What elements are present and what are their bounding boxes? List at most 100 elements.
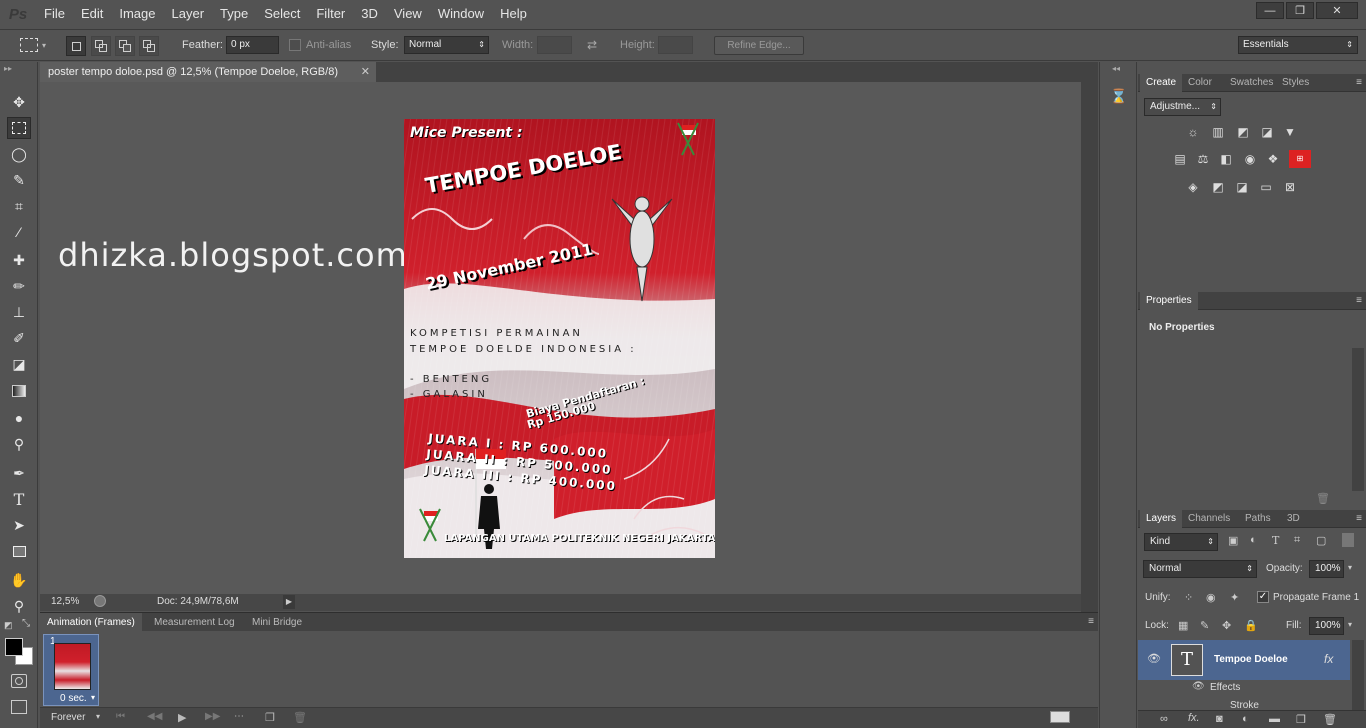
channel-mixer-icon[interactable]: ❖ <box>1265 152 1281 166</box>
filter-smart-object-icon[interactable]: ▢ <box>1316 534 1326 547</box>
panel-menu-icon[interactable]: ≡ <box>1088 616 1094 627</box>
filter-adjustment-icon[interactable]: ◐ <box>1250 534 1257 546</box>
tab-layers[interactable]: Layers <box>1140 510 1183 528</box>
path-selection-tool-icon[interactable]: ➤ <box>7 514 31 536</box>
new-adjustment-layer-icon[interactable]: ◐ <box>1242 713 1249 725</box>
pen-tool-icon[interactable]: ✒ <box>7 462 31 484</box>
menu-view[interactable]: View <box>386 0 430 28</box>
rectangle-shape-tool-icon[interactable] <box>7 540 31 562</box>
eyedropper-tool-icon[interactable]: ⁄ <box>7 221 31 243</box>
filter-type-icon[interactable]: T <box>1272 534 1279 547</box>
fill-input[interactable]: 100% <box>1309 617 1344 635</box>
marquee-tool-preset-icon[interactable] <box>20 38 38 52</box>
properties-scrollbar[interactable] <box>1352 348 1364 491</box>
crop-tool-icon[interactable]: ⌗ <box>7 195 31 217</box>
quick-selection-tool-icon[interactable]: ✎ <box>7 169 31 191</box>
tab-paths[interactable]: Paths <box>1239 510 1277 528</box>
first-frame-icon[interactable]: ⏮ <box>116 711 125 722</box>
loop-select[interactable]: Forever <box>51 712 85 723</box>
next-frame-icon[interactable]: ▶▶ <box>205 711 220 722</box>
document-tab[interactable]: poster tempo doloe.psd @ 12,5% (Tempoe D… <box>40 62 376 82</box>
eraser-tool-icon[interactable]: ◪ <box>7 353 31 375</box>
tab-animation-frames[interactable]: Animation (Frames) <box>40 613 142 632</box>
history-panel-icon[interactable]: ⌛ <box>1110 88 1128 106</box>
swap-arrows-icon[interactable]: ⇄ <box>587 38 597 52</box>
hand-tool-icon[interactable]: ✋ <box>7 569 31 591</box>
chevron-down-icon[interactable]: ▾ <box>96 712 100 721</box>
menu-file[interactable]: File <box>36 0 73 28</box>
menu-layer[interactable]: Layer <box>164 0 213 28</box>
rectangular-marquee-tool-icon[interactable] <box>7 117 31 139</box>
healing-brush-tool-icon[interactable]: ✚ <box>7 249 31 271</box>
tab-channels[interactable]: Channels <box>1182 510 1236 528</box>
quick-mask-icon[interactable] <box>11 674 27 688</box>
lock-transparent-icon[interactable]: ▦ <box>1178 619 1188 632</box>
add-mask-icon[interactable]: ◙ <box>1216 713 1223 725</box>
unify-style-icon[interactable]: ✦ <box>1230 591 1239 604</box>
menu-3d[interactable]: 3D <box>353 0 386 28</box>
tween-icon[interactable]: ⋯ <box>234 711 244 722</box>
zoom-level[interactable]: 12,5% <box>51 596 79 607</box>
intersect-selection-button[interactable] <box>139 36 159 56</box>
panel-menu-icon[interactable]: ≡ <box>1356 77 1362 88</box>
add-to-selection-button[interactable] <box>91 36 111 56</box>
exposure-icon[interactable]: ◪ <box>1259 125 1275 139</box>
lock-image-icon[interactable]: ✎ <box>1200 619 1209 632</box>
lock-all-icon[interactable]: 🔒 <box>1244 619 1258 632</box>
status-menu-arrow-icon[interactable]: ▶ <box>283 595 295 609</box>
new-layer-icon[interactable]: ❐ <box>1296 713 1306 726</box>
filter-toggle[interactable] <box>1342 533 1354 547</box>
unify-visibility-icon[interactable]: ◉ <box>1206 591 1216 604</box>
new-group-icon[interactable]: ▬ <box>1269 713 1280 725</box>
close-button[interactable]: ✕ <box>1316 2 1358 19</box>
layer-name[interactable]: Tempoe Doeloe <box>1214 654 1288 665</box>
brightness-icon[interactable]: ☼ <box>1185 125 1201 139</box>
status-info-icon[interactable] <box>94 595 106 607</box>
collapse-arrows-icon[interactable]: ◂◂ <box>1112 64 1120 73</box>
color-balance-icon[interactable]: ⚖ <box>1195 152 1211 166</box>
screen-mode-icon[interactable] <box>11 700 27 714</box>
tab-properties[interactable]: Properties <box>1140 292 1198 310</box>
lock-position-icon[interactable]: ✥ <box>1222 619 1231 632</box>
anti-alias-checkbox[interactable] <box>289 39 301 51</box>
fx-icon[interactable]: fx <box>1324 652 1333 666</box>
selective-color-icon[interactable]: ⊠ <box>1282 180 1298 194</box>
style-select[interactable]: Normal ⇕ <box>404 36 489 54</box>
close-tab-icon[interactable]: ✕ <box>361 62 370 82</box>
blend-mode-select[interactable]: Normal ⇕ <box>1143 560 1257 578</box>
unify-position-icon[interactable]: ⁘ <box>1184 591 1193 604</box>
invert-icon[interactable]: ◈ <box>1185 180 1201 194</box>
tab-3d[interactable]: 3D <box>1281 510 1306 528</box>
foreground-color-swatch[interactable] <box>5 638 23 656</box>
blur-tool-icon[interactable]: ● <box>7 407 31 429</box>
menu-window[interactable]: Window <box>430 0 492 28</box>
menu-filter[interactable]: Filter <box>308 0 353 28</box>
feather-input[interactable]: 0 px <box>226 36 279 54</box>
collapse-arrows-icon[interactable]: ▸▸ <box>4 64 12 73</box>
default-colors-icon[interactable]: ◩ <box>4 620 13 631</box>
layers-scrollbar[interactable] <box>1352 640 1364 710</box>
swap-colors-icon[interactable]: ⤡ <box>22 618 30 629</box>
eye-visibility-icon[interactable]: 👁 <box>1147 652 1161 665</box>
previous-frame-icon[interactable]: ◀◀ <box>147 711 162 722</box>
effects-eye-icon[interactable]: 👁 <box>1192 681 1205 692</box>
trash-icon[interactable]: 🗑 <box>1316 492 1330 505</box>
delete-frame-icon[interactable]: 🗑 <box>293 711 307 724</box>
subtract-from-selection-button[interactable] <box>115 36 135 56</box>
tab-color[interactable]: Color <box>1182 74 1218 92</box>
curves-icon[interactable]: ◩ <box>1235 125 1251 139</box>
vertical-scrollbar[interactable] <box>1081 82 1098 612</box>
dodge-tool-icon[interactable]: ⚲ <box>7 433 31 455</box>
menu-select[interactable]: Select <box>256 0 308 28</box>
clone-stamp-tool-icon[interactable]: ⊥ <box>7 301 31 323</box>
restore-button[interactable]: ❐ <box>1286 2 1314 19</box>
duplicate-frame-icon[interactable]: ❐ <box>265 711 275 724</box>
animation-frame[interactable]: 1 0 sec. ▾ <box>43 634 99 706</box>
adjustments-dropdown[interactable]: Adjustme... ⇕ <box>1144 98 1221 116</box>
chevron-down-icon[interactable]: ▾ <box>1348 620 1352 629</box>
panel-menu-icon[interactable]: ≡ <box>1356 513 1362 524</box>
layer-row-tempoe-doeloe[interactable]: 👁 T Tempoe Doeloe fx <box>1138 640 1350 680</box>
gradient-tool-icon[interactable] <box>7 380 31 402</box>
menu-help[interactable]: Help <box>492 0 535 28</box>
add-style-icon[interactable]: fx. <box>1188 712 1200 724</box>
